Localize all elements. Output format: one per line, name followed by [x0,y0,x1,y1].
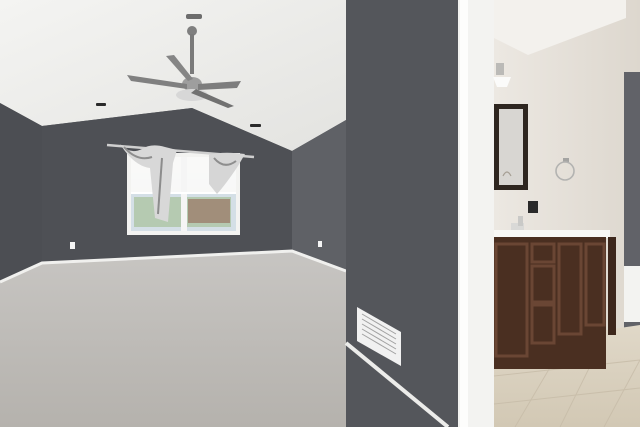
vanity-side [608,237,616,335]
tub-edge [624,266,640,322]
room-scene [0,0,640,427]
door-frame-highlight [460,0,468,427]
room-photo [0,0,640,427]
vanity-countertop [494,230,610,238]
foreground-wall [346,0,458,427]
mirror [499,109,523,185]
left-wall [0,103,42,282]
outlet-icon [528,201,538,213]
faucet-icon [518,216,523,226]
